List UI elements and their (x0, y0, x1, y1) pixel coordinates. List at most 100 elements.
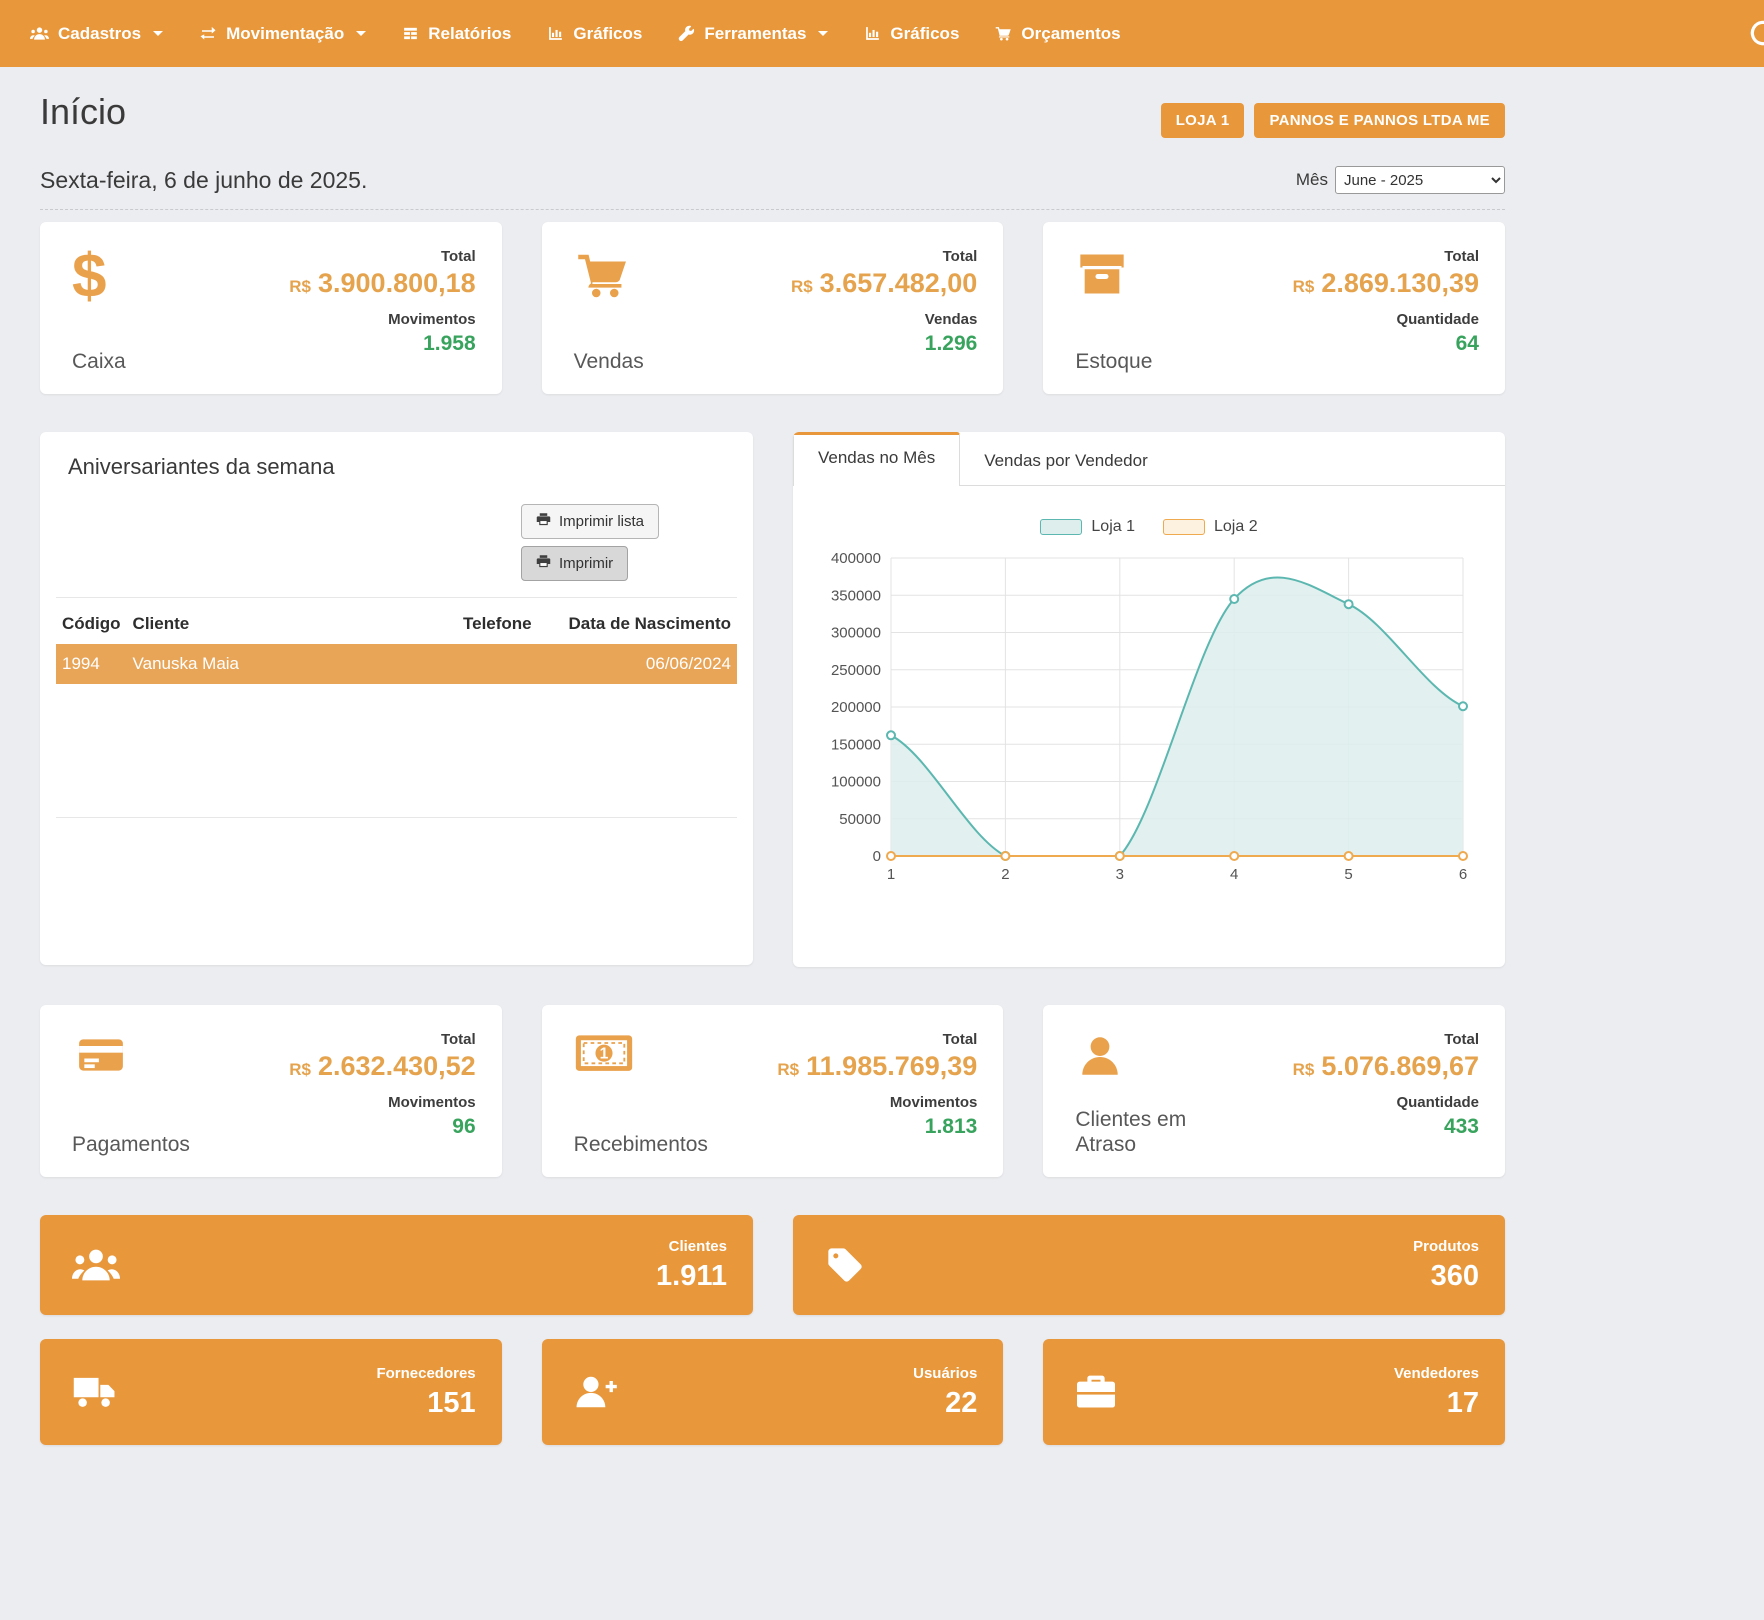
nav-item-orcamentos[interactable]: Orçamentos (977, 0, 1138, 67)
total-amount: R$3.900.800,18 (289, 268, 475, 299)
credit-card-icon (72, 1031, 190, 1095)
chart-tabs: Vendas no Mês Vendas por Vendedor (793, 432, 1505, 486)
banner-fornecedores: Fornecedores 151 (40, 1339, 502, 1445)
month-label: Mês (1296, 170, 1328, 190)
refresh-icon[interactable] (1747, 17, 1764, 54)
top-navbar: Cadastros Movimentação Relatórios Gráfic… (0, 0, 1764, 67)
svg-text:0: 0 (873, 848, 881, 865)
column-header-nascimento: Data de Nascimento (557, 602, 737, 644)
tab-vendas-por-vendedor[interactable]: Vendas por Vendedor (960, 432, 1172, 485)
user-icon (1075, 1031, 1210, 1095)
banknote-icon: 1 (574, 1031, 708, 1095)
nav-label: Ferramentas (704, 24, 806, 44)
month-select[interactable]: June - 2025 (1335, 166, 1505, 194)
total-label: Total (1293, 1031, 1479, 1048)
nav-label: Gráficos (573, 24, 642, 44)
legend-label: Loja 1 (1091, 518, 1135, 536)
store-badge[interactable]: LOJA 1 (1161, 103, 1245, 138)
cell-nascimento: 06/06/2024 (557, 644, 737, 684)
nav-item-movimentacao[interactable]: Movimentação (181, 0, 384, 67)
nav-label: Orçamentos (1021, 24, 1120, 44)
stat-card-clientes-atraso: Clientes em Atraso Total R$5.076.869,67 … (1043, 1005, 1505, 1177)
banner-label: Fornecedores (376, 1365, 475, 1382)
report-icon (402, 25, 419, 42)
stat-card-recebimentos: 1 Recebimentos Total R$11.985.769,39 Mov… (542, 1005, 1004, 1177)
users-icon (30, 25, 49, 42)
total-label: Total (289, 248, 475, 265)
count-label: Quantidade (1293, 311, 1479, 328)
svg-text:4: 4 (1230, 866, 1238, 883)
count-value: 1.296 (791, 332, 977, 356)
nav-item-cadastros[interactable]: Cadastros (12, 0, 181, 67)
wrench-icon (678, 25, 695, 42)
svg-text:200000: 200000 (831, 699, 881, 716)
stat-card-caixa: $ Caixa Total R$3.900.800,18 Movimentos … (40, 222, 502, 394)
svg-text:350000: 350000 (831, 587, 881, 604)
legend-item-loja1: Loja 1 (1040, 518, 1135, 536)
box-icon (1075, 248, 1152, 312)
stat-card-name: Vendas (574, 349, 644, 374)
printer-icon (536, 512, 551, 531)
date-row: Sexta-feira, 6 de junho de 2025. Mês Jun… (40, 166, 1505, 210)
count-value: 433 (1293, 1115, 1479, 1139)
banner-produtos: Produtos 360 (793, 1215, 1505, 1315)
stat-card-name: Pagamentos (72, 1132, 190, 1157)
nav-label: Relatórios (428, 24, 511, 44)
count-value: 1.958 (289, 332, 475, 356)
total-label: Total (289, 1031, 475, 1048)
nav-item-graficos-1[interactable]: Gráficos (529, 0, 660, 67)
current-date: Sexta-feira, 6 de junho de 2025. (40, 167, 367, 194)
dollar-icon: $ (72, 248, 106, 307)
exchange-icon (199, 25, 217, 43)
print-button[interactable]: Imprimir (521, 546, 628, 581)
count-label: Movimentos (777, 1094, 977, 1111)
total-amount: R$2.632.430,52 (289, 1051, 475, 1082)
count-value: 96 (289, 1115, 475, 1139)
stat-card-name: Estoque (1075, 349, 1152, 374)
page-header: Início LOJA 1 PANNOS E PANNOS LTDA ME (40, 67, 1505, 138)
bottom-stat-cards: Pagamentos Total R$2.632.430,52 Moviment… (40, 1005, 1505, 1177)
header-badges: LOJA 1 PANNOS E PANNOS LTDA ME (1161, 103, 1505, 138)
user-plus-icon (574, 1373, 618, 1411)
cell-cliente: Vanuska Maia (127, 644, 457, 684)
count-label: Movimentos (289, 1094, 475, 1111)
column-header-telefone: Telefone (457, 602, 557, 644)
nav-item-ferramentas[interactable]: Ferramentas (660, 0, 846, 67)
total-amount: R$2.869.130,39 (1293, 268, 1479, 299)
count-value: 1.813 (777, 1115, 977, 1139)
tag-icon (825, 1245, 865, 1285)
nav-item-relatorios[interactable]: Relatórios (384, 0, 529, 67)
top-stat-cards: $ Caixa Total R$3.900.800,18 Movimentos … (40, 222, 1505, 394)
print-list-label: Imprimir lista (559, 513, 644, 530)
count-value: 64 (1293, 332, 1479, 356)
table-row[interactable]: 1994 Vanuska Maia 06/06/2024 (56, 644, 737, 684)
cell-codigo: 1994 (56, 644, 127, 684)
panel-footer (56, 817, 737, 958)
total-label: Total (791, 248, 977, 265)
stat-card-pagamentos: Pagamentos Total R$2.632.430,52 Moviment… (40, 1005, 502, 1177)
column-header-codigo: Código (56, 602, 127, 644)
banner-value: 151 (376, 1387, 475, 1420)
svg-text:400000: 400000 (831, 550, 881, 567)
banner-label: Produtos (1413, 1238, 1479, 1255)
legend-item-loja2: Loja 2 (1163, 518, 1258, 536)
stat-card-name: Clientes em Atraso (1075, 1107, 1210, 1157)
total-amount: R$5.076.869,67 (1293, 1051, 1479, 1082)
print-list-button[interactable]: Imprimir lista (521, 504, 659, 539)
nav-label: Cadastros (58, 24, 141, 44)
banner-label: Clientes (656, 1238, 727, 1255)
sales-chart-panel: Vendas no Mês Vendas por Vendedor Loja 1… (793, 432, 1505, 967)
banner-label: Usuários (913, 1365, 977, 1382)
chevron-down-icon (153, 31, 163, 36)
divider (56, 597, 737, 598)
company-badge[interactable]: PANNOS E PANNOS LTDA ME (1254, 103, 1505, 138)
stat-card-name: Caixa (72, 349, 126, 374)
cart-icon (574, 248, 644, 312)
birthdays-panel: Aniversariantes da semana Imprimir lista… (40, 432, 753, 965)
stat-card-vendas: Vendas Total R$3.657.482,00 Vendas 1.296 (542, 222, 1004, 394)
svg-text:300000: 300000 (831, 625, 881, 642)
nav-item-graficos-2[interactable]: Gráficos (846, 0, 977, 67)
banner-value: 1.911 (656, 1260, 727, 1293)
tab-vendas-no-mes[interactable]: Vendas no Mês (793, 432, 960, 486)
svg-text:50000: 50000 (839, 811, 881, 828)
